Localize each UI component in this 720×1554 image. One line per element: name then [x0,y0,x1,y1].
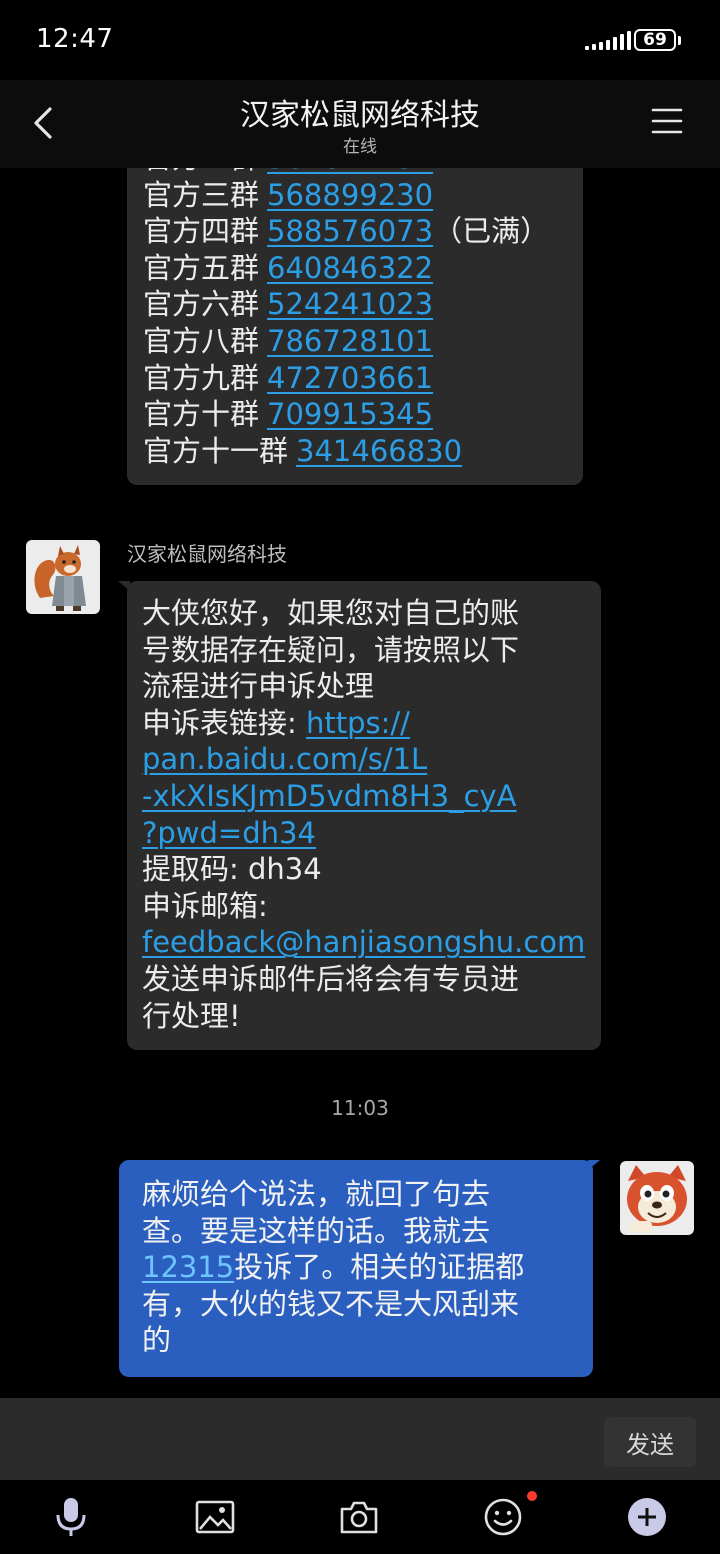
message-line: 申诉表链接: https:// [142,705,585,742]
group-row: 官方二群 564624191 [143,168,567,177]
message-line: 的 [142,1323,172,1358]
group-row: 官方三群 568899230 [143,177,567,214]
message-line: 流程进行申诉处理 [142,669,375,704]
plus-icon[interactable] [624,1494,670,1540]
message-line: 行处理! [142,998,241,1033]
message-line: 查。要是这样的话。我就去 [142,1213,491,1248]
squirrel-avatar[interactable] [26,540,100,614]
group-label: 官方四群 [143,214,260,249]
online-status: 在线 [343,137,377,157]
message-bubble-groups: 官方二群 564624191 官方三群568899230官方四群588576073（… [127,168,583,486]
appeal-form-link[interactable]: -xkXIsKJmD5vdm8H3_cyA [142,779,517,813]
microphone-icon[interactable] [48,1494,94,1540]
message-line: 号数据存在疑问，请按照以下 [142,632,520,667]
group-number-link[interactable]: 640846322 [267,251,433,285]
message-text: 投诉了。相关的证据都 [234,1250,525,1285]
message-line: pan.baidu.com/s/1L [142,741,585,778]
input-bar: 发送 [0,1398,720,1480]
group-number-link[interactable]: 588576073 [267,214,433,248]
group-row: 官方四群 588576073（已满） [143,213,567,250]
appeal-form-link[interactable]: https:// [306,706,410,740]
notification-dot [527,1491,537,1501]
group-label: 官方九群 [143,360,260,395]
sender-name: 汉家松鼠网络科技 [127,542,287,566]
message-line: feedback@hanjiasongshu.com [142,924,585,961]
message-line: 麻烦给个说法，就回了句去 [142,1177,491,1211]
extract-code: 提取码: dh34 [142,852,322,887]
message-timestamp: 11:03 [331,1096,389,1120]
message-line: -xkXIsKJmD5vdm8H3_cyA [142,778,585,815]
message-line: 有，大伙的钱又不是大风刮来 [142,1286,520,1321]
group-list: 官方二群 564624191 官方三群568899230官方四群588576073（… [143,168,567,469]
group-row: 官方八群 786728101 [143,323,567,360]
group-row: 官方十群 709915345 [143,396,567,433]
emoji-icon[interactable] [480,1494,526,1540]
group-note: （已满） [433,214,550,249]
my-avatar[interactable] [620,1161,694,1235]
group-row: 官方十一群 341466830 [143,433,567,470]
bottom-toolbar [0,1480,720,1554]
chat-header: 汉家松鼠网络科技 在线 [0,80,720,168]
message-line: 12315投诉了。相关的证据都 [142,1249,575,1286]
message-bubble-outgoing: 麻烦给个说法，就回了句去 查。要是这样的话。我就去 12315投诉了。相关的证据… [119,1160,593,1377]
battery-icon: 69 [634,29,676,51]
phone-link[interactable]: 12315 [142,1250,234,1284]
group-label: 官方三群 [143,177,260,212]
group-label: 官方二群 [143,168,259,175]
signal-icon [585,31,631,50]
camera-icon[interactable] [336,1494,382,1540]
avatar-image [620,1161,694,1235]
group-row: 官方五群 640846322 [143,250,567,287]
group-number-link[interactable]: 564624191 [267,168,433,175]
appeal-form-link[interactable]: ?pwd=dh34 [142,816,316,850]
group-label: 官方六群 [143,287,260,322]
form-link-label: 申诉表链接: [142,705,306,740]
message-line: 发送申诉邮件后将会有专员进 [142,961,520,996]
battery-level: 69 [643,30,667,50]
avatar-image [26,540,100,614]
group-number-link[interactable]: 472703661 [267,361,433,395]
message-input[interactable] [16,1416,595,1468]
battery-tip [678,36,681,45]
hamburger-icon [651,108,683,134]
send-button[interactable]: 发送 [604,1417,696,1467]
message-line: 大侠您好，如果您对自己的账 [142,596,520,630]
group-number-link[interactable]: 524241023 [267,287,433,321]
status-bar: 12:47 69 [0,0,720,80]
appeal-form-link[interactable]: pan.baidu.com/s/1L [142,742,427,776]
group-number-link[interactable]: 568899230 [267,178,433,212]
group-row: 官方六群 524241023 [143,286,567,323]
group-label: 官方八群 [143,323,260,358]
message-bubble-appeal: 大侠您好，如果您对自己的账 号数据存在疑问，请按照以下 流程进行申诉处理 申诉表… [127,581,601,1051]
group-label: 官方五群 [143,250,260,285]
status-time: 12:47 [36,24,114,54]
group-number-link[interactable]: 341466830 [296,434,462,468]
email-label: 申诉邮箱: [142,888,268,923]
group-number-link[interactable]: 709915345 [267,397,433,431]
group-label: 官方十一群 [143,433,289,468]
appeal-email-link[interactable]: feedback@hanjiasongshu.com [142,925,585,959]
group-row: 官方九群 472703661 [143,360,567,397]
chat-area[interactable]: 官方二群 564624191 官方三群568899230官方四群588576073（… [0,168,720,1398]
image-icon[interactable] [192,1494,238,1540]
group-label: 官方十群 [143,397,260,432]
message-line: ?pwd=dh34 [142,815,585,852]
menu-button[interactable] [650,104,684,138]
group-number-link[interactable]: 786728101 [267,324,433,358]
chat-title: 汉家松鼠网络科技 [240,98,480,133]
